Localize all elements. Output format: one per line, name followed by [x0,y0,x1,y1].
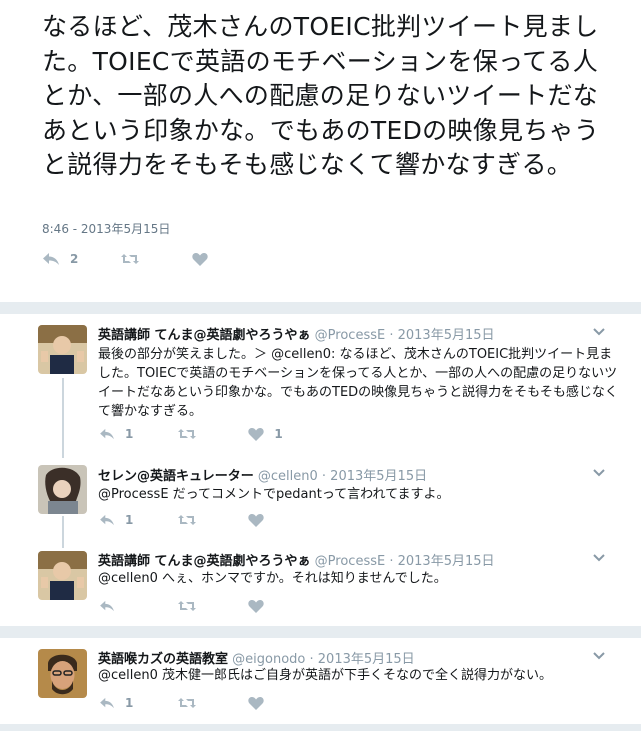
tweet-text: 最後の部分が笑えました。＞ @cellen0: なるほど、茂木さんのTOEIC批… [98,347,618,419]
like-button[interactable]: 1 [248,427,283,441]
tweet-actions [99,599,264,613]
heart-icon [248,599,264,613]
retweet-icon [121,254,140,264]
retweet-button[interactable] [177,427,197,441]
reply-icon [100,600,114,612]
avatar[interactable] [38,551,87,600]
author-name[interactable]: セレン@英語キュレーター [98,469,254,484]
chevron-down-icon[interactable] [593,554,605,562]
like-count: 1 [274,427,283,441]
tweet-text: @cellen0 茂木健一郎氏はご自身が英語が下手くそなので全く説得力がない。 [98,668,553,683]
author-handle[interactable]: @cellen0 [258,469,318,484]
author-name[interactable]: 英語講師 てんま@英語劇やろうやぁ [98,328,311,343]
avatar[interactable] [38,325,87,374]
author-handle[interactable]: @ProcessE [315,554,386,569]
retweet-icon [178,698,197,708]
tweet-header: セレン@英語キュレーター @cellen0 · 2013年5月15日 [98,465,427,484]
reply-count: 1 [125,427,134,441]
reply-button[interactable]: 1 [99,427,133,441]
reply-icon [100,697,114,709]
like-button[interactable] [192,252,209,266]
tweet-header: 英語講師 てんま@英語劇やろうやぁ @ProcessE · 2013年5月15日 [98,550,495,569]
reply-icon [43,253,59,265]
reply-tweet[interactable]: セレン@英語キュレーター @cellen0 · 2013年5月15日 @Proc… [0,455,641,541]
reply-tweet[interactable]: 英語講師 てんま@英語劇やろうやぁ @ProcessE · 2013年5月15日… [0,314,641,460]
reply-icon [100,514,114,526]
tweet-date[interactable]: · 2013年5月15日 [322,469,427,484]
chevron-down-icon[interactable] [593,652,605,660]
tweet-actions: 1 1 [99,427,283,441]
tweet-actions: 1 [99,513,274,527]
like-button[interactable] [248,696,265,710]
tweet-header: 英語喉カズの英語教室 @eigonodo · 2013年5月15日 [98,648,415,667]
reply-button[interactable]: 1 [99,696,133,710]
thread-line [62,378,64,458]
reply-count: 2 [70,252,79,266]
section-divider [0,302,641,314]
reply-tweet[interactable]: 英語喉カズの英語教室 @eigonodo · 2013年5月15日 @celle… [0,638,641,724]
heart-icon [248,427,265,441]
author-handle[interactable]: @eigonodo [232,652,305,667]
author-name[interactable]: 英語喉カズの英語教室 [98,652,228,667]
author-handle[interactable]: @ProcessE [315,328,386,343]
section-divider [0,724,641,731]
retweet-icon [178,515,197,525]
heart-icon [248,513,265,527]
heart-icon [192,252,209,266]
retweet-button[interactable] [120,252,140,266]
tweet-date[interactable]: · 2013年5月15日 [389,554,494,569]
tweet-header: 英語講師 てんま@英語劇やろうやぁ @ProcessE · 2013年5月15日 [98,324,495,343]
main-tweet: なるほど、茂木さんのTOEIC批判ツイート見ました。TOIECで英語のモチベーシ… [0,0,641,302]
chevron-down-icon[interactable] [593,469,605,477]
author-name[interactable]: 英語講師 てんま@英語劇やろうやぁ [98,554,311,569]
main-tweet-timestamp[interactable]: 8:46 - 2013年5月15日 [42,220,170,237]
avatar[interactable] [38,465,87,514]
retweet-button[interactable] [177,599,197,613]
reply-count: 1 [125,513,134,527]
reply-tweet[interactable]: 英語講師 てんま@英語劇やろうやぁ @ProcessE · 2013年5月15日… [0,541,641,626]
tweet-text: @cellen0 へぇ、ホンマですか。それは知りませんでした。 [98,571,447,586]
reply-button[interactable]: 1 [99,513,133,527]
main-tweet-actions: 2 [42,252,209,266]
reply-button[interactable] [99,600,115,612]
chevron-down-icon[interactable] [593,328,605,336]
tweet-date[interactable]: · 2013年5月15日 [389,328,494,343]
section-divider [0,626,641,638]
tweet-actions: 1 [99,696,265,710]
reply-button[interactable]: 2 [42,252,78,266]
reply-icon [100,428,114,440]
reply-count: 1 [125,696,134,710]
retweet-icon [178,601,196,611]
tweet-date[interactable]: · 2013年5月15日 [310,652,415,667]
tweet-text: @ProcessE だってコメントでpedantって言われてますよ。 [98,487,450,502]
retweet-icon [178,429,197,439]
retweet-button[interactable] [177,696,197,710]
avatar[interactable] [38,649,87,698]
like-button[interactable] [248,599,264,613]
heart-icon [248,696,265,710]
main-tweet-text: なるほど、茂木さんのTOEIC批判ツイート見ました。TOIECで英語のモチベーシ… [42,12,600,179]
retweet-button[interactable] [177,513,197,527]
like-button[interactable] [248,513,274,527]
